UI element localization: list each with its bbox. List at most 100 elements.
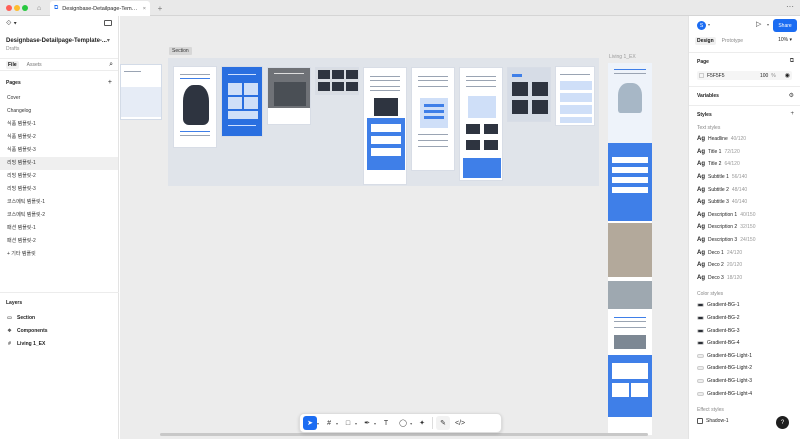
- template-thumbnail[interactable]: [507, 67, 551, 122]
- share-button[interactable]: Share: [773, 19, 797, 32]
- chevron-down-icon[interactable]: ▾: [410, 421, 412, 426]
- text-style-item[interactable]: Ag Headline 40/120: [697, 133, 792, 146]
- file-name[interactable]: Designbase-Detailpage-Template-...▾: [6, 37, 112, 44]
- page-item[interactable]: Cover: [0, 92, 118, 105]
- chevron-down-icon[interactable]: ▾: [708, 22, 710, 27]
- template-thumbnail[interactable]: [555, 66, 595, 126]
- dev-mode-icon[interactable]: </>: [453, 416, 467, 430]
- tab-design[interactable]: Design: [695, 37, 716, 45]
- page-item[interactable]: 리빙 템플릿-2: [0, 170, 118, 183]
- comment-tool-icon[interactable]: ◯: [396, 416, 410, 430]
- figma-menu-icon[interactable]: ⟐ ▾: [6, 20, 17, 27]
- page-item[interactable]: Changelog: [0, 105, 118, 118]
- page-item[interactable]: 리빙 템플릿-1: [0, 157, 118, 170]
- add-page-icon[interactable]: +: [108, 79, 112, 86]
- text-style-item[interactable]: Ag Deco 3 18/120: [697, 272, 792, 285]
- color-style-item[interactable]: Gradient-BG-Light-4: [697, 387, 792, 400]
- horizontal-scrollbar[interactable]: [160, 433, 648, 436]
- avatar[interactable]: S: [697, 21, 706, 30]
- search-icon[interactable]: ⌕: [109, 61, 113, 69]
- page-opacity[interactable]: 100: [760, 73, 768, 79]
- template-thumbnail[interactable]: [173, 66, 217, 148]
- color-style-item[interactable]: Gradient-BG-Light-2: [697, 362, 792, 375]
- text-style-item[interactable]: Ag Subtitle 3 40/140: [697, 196, 792, 209]
- frame-label[interactable]: Living 1_EX: [609, 54, 636, 60]
- variables-heading[interactable]: Variables: [697, 93, 792, 99]
- living-frame[interactable]: [608, 63, 652, 435]
- template-thumbnail[interactable]: [459, 67, 503, 181]
- tab-assets[interactable]: Assets: [27, 62, 42, 68]
- color-style-item[interactable]: Gradient-BG-3: [697, 324, 792, 337]
- text-style-item[interactable]: Ag Description 2 32/150: [697, 221, 792, 234]
- chevron-down-icon[interactable]: ▾: [767, 22, 769, 27]
- template-thumbnail[interactable]: [363, 67, 407, 185]
- text-style-item[interactable]: Ag Deco 1 24/120: [697, 246, 792, 259]
- color-swatch[interactable]: [699, 73, 704, 78]
- page-item[interactable]: 식품 템플릿-2: [0, 131, 118, 144]
- template-thumbnail[interactable]: [411, 67, 455, 171]
- layer-row[interactable]: ❖ Components: [0, 324, 119, 337]
- color-style-item[interactable]: Gradient-BG-2: [697, 312, 792, 325]
- tab-prototype[interactable]: Prototype: [720, 37, 745, 45]
- text-style-item[interactable]: Ag Title 1 72/120: [697, 146, 792, 159]
- section-label[interactable]: Section: [169, 47, 192, 55]
- maximize-window-button[interactable]: [22, 5, 28, 11]
- text-style-icon: Ag: [697, 211, 705, 218]
- text-style-name: Headline: [708, 136, 728, 143]
- page-item[interactable]: 패션 템플릿-2: [0, 235, 118, 248]
- page-item[interactable]: 패션 템플릿-1: [0, 222, 118, 235]
- text-style-item[interactable]: Ag Subtitle 2 48/140: [697, 183, 792, 196]
- page-item[interactable]: 코스메틱 템플릿-2: [0, 209, 118, 222]
- new-tab-icon[interactable]: +: [155, 2, 165, 14]
- layer-row[interactable]: ▭ Section: [0, 311, 119, 324]
- zoom-dropdown[interactable]: 10% ▾: [778, 37, 792, 43]
- text-style-item[interactable]: Ag Description 3 24/150: [697, 234, 792, 247]
- canvas[interactable]: Section Living 1_EX: [120, 16, 688, 439]
- add-style-icon[interactable]: +: [790, 111, 794, 117]
- frame-tool-icon[interactable]: #: [322, 416, 336, 430]
- page-color-field[interactable]: F5F5F5 100 % ◉: [697, 71, 792, 80]
- page-item[interactable]: 코스메틱 템플릿-1: [0, 196, 118, 209]
- chevron-down-icon[interactable]: ▾: [355, 421, 357, 426]
- page-item[interactable]: 리빙 템플릿-3: [0, 183, 118, 196]
- draw-mode-icon[interactable]: ✎: [436, 416, 451, 430]
- close-icon[interactable]: ×: [143, 6, 146, 12]
- color-style-item[interactable]: Gradient-BG-1: [697, 299, 792, 312]
- actions-tool-icon[interactable]: ✦: [415, 416, 429, 430]
- variables-icon[interactable]: ⚙: [789, 92, 794, 99]
- text-tool-icon[interactable]: T: [379, 416, 393, 430]
- home-icon[interactable]: ⌂: [32, 2, 46, 14]
- eye-icon[interactable]: ◉: [785, 72, 790, 79]
- text-style-item[interactable]: Ag Title 2 64/120: [697, 158, 792, 171]
- help-button[interactable]: ?: [776, 416, 789, 429]
- color-style-item[interactable]: Gradient-BG-Light-1: [697, 350, 792, 363]
- template-thumbnail[interactable]: [267, 67, 311, 125]
- chevron-down-icon[interactable]: ▾: [374, 421, 376, 426]
- chevron-down-icon[interactable]: ▾: [336, 421, 338, 426]
- page-color-hex[interactable]: F5F5F5: [707, 73, 757, 79]
- template-thumbnail[interactable]: [315, 67, 359, 95]
- minimize-window-button[interactable]: [14, 5, 20, 11]
- pen-tool-icon[interactable]: ✒: [360, 416, 374, 430]
- partial-frame[interactable]: [120, 64, 162, 120]
- text-style-item[interactable]: Ag Deco 2 20/120: [697, 259, 792, 272]
- chevron-down-icon[interactable]: ▾: [317, 421, 319, 426]
- page-item[interactable]: 식품 템플릿-3: [0, 144, 118, 157]
- shape-tool-icon[interactable]: □: [341, 416, 355, 430]
- text-style-item[interactable]: Ag Subtitle 1 56/140: [697, 171, 792, 184]
- present-icon[interactable]: ▷: [756, 20, 761, 28]
- more-menu-icon[interactable]: ···: [786, 2, 794, 11]
- file-tab[interactable]: ⧉ Designbase-Detailpage-Templat... ×: [50, 1, 150, 16]
- close-window-button[interactable]: [6, 5, 12, 11]
- page-style-icon[interactable]: ⧉: [790, 58, 794, 65]
- color-style-item[interactable]: Gradient-BG-4: [697, 337, 792, 350]
- color-style-item[interactable]: Gradient-BG-Light-3: [697, 375, 792, 388]
- layer-row[interactable]: # Living 1_EX: [0, 337, 119, 350]
- tab-file[interactable]: File: [6, 60, 19, 69]
- page-item[interactable]: 식품 템플릿-1: [0, 118, 118, 131]
- page-item[interactable]: + 기타 템플릿: [0, 248, 118, 261]
- template-thumbnail[interactable]: [221, 66, 263, 137]
- move-tool-icon[interactable]: ➤: [303, 416, 317, 430]
- sidebar-toggle-icon[interactable]: [104, 20, 112, 26]
- text-style-item[interactable]: Ag Description 1 40/150: [697, 209, 792, 222]
